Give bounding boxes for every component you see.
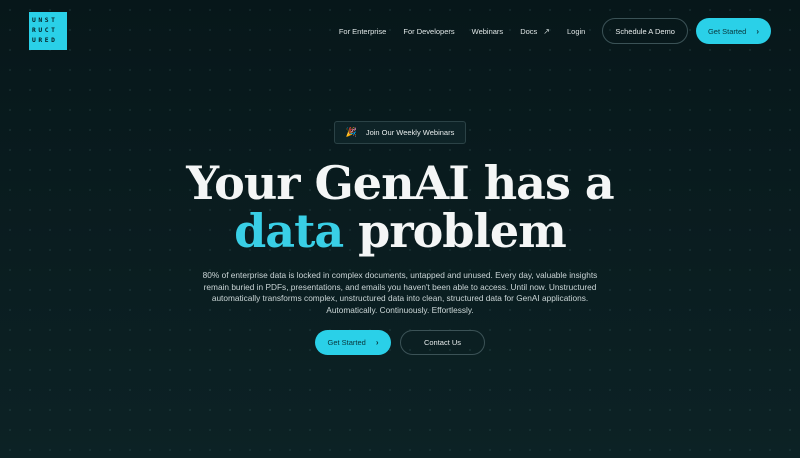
nav-for-enterprise[interactable]: For Enterprise [339,27,387,36]
nav-get-started-button[interactable]: Get Started › [695,18,771,44]
chevron-right-icon: › [375,338,379,347]
headline-accent: data [234,204,344,258]
schedule-demo-button[interactable]: Schedule A Demo [602,18,688,44]
page: UNST RUCT URED For Enterprise For Develo… [0,0,800,458]
external-arrow-icon: ↗ [543,26,550,36]
unstructured-logo[interactable]: UNST RUCT URED [29,12,67,50]
party-popper-icon: 🎉 [345,127,357,137]
headline-rest: problem [343,204,567,258]
headline-line-1: Your GenAI has a [186,156,614,210]
contact-us-button[interactable]: Contact Us [400,330,485,355]
logo-line-1: UNST [32,17,58,24]
logo-line-3: URED [32,37,58,44]
nav-docs[interactable]: Docs ↗ [520,27,550,36]
top-nav: For Enterprise For Developers Webinars D… [339,18,771,44]
cta-row: Get Started › Contact Us [0,330,800,355]
logo-line-2: RUCT [32,27,58,34]
hero-subtext: 80% of enterprise data is locked in comp… [202,270,598,315]
nav-get-started-label: Get Started [707,26,747,36]
nav-for-developers[interactable]: For Developers [403,27,454,36]
nav-docs-label: Docs [520,26,538,36]
headline-line-2: data problem [0,206,800,256]
webinar-pill[interactable]: 🎉 Join Our Weekly Webinars [334,121,466,144]
chevron-right-icon: › [756,26,759,36]
webinar-pill-label: Join Our Weekly Webinars [365,128,455,137]
nav-login[interactable]: Login [567,27,585,36]
nav-webinars[interactable]: Webinars [472,27,504,36]
get-started-label: Get Started [327,338,366,347]
get-started-button[interactable]: Get Started › [315,330,391,355]
